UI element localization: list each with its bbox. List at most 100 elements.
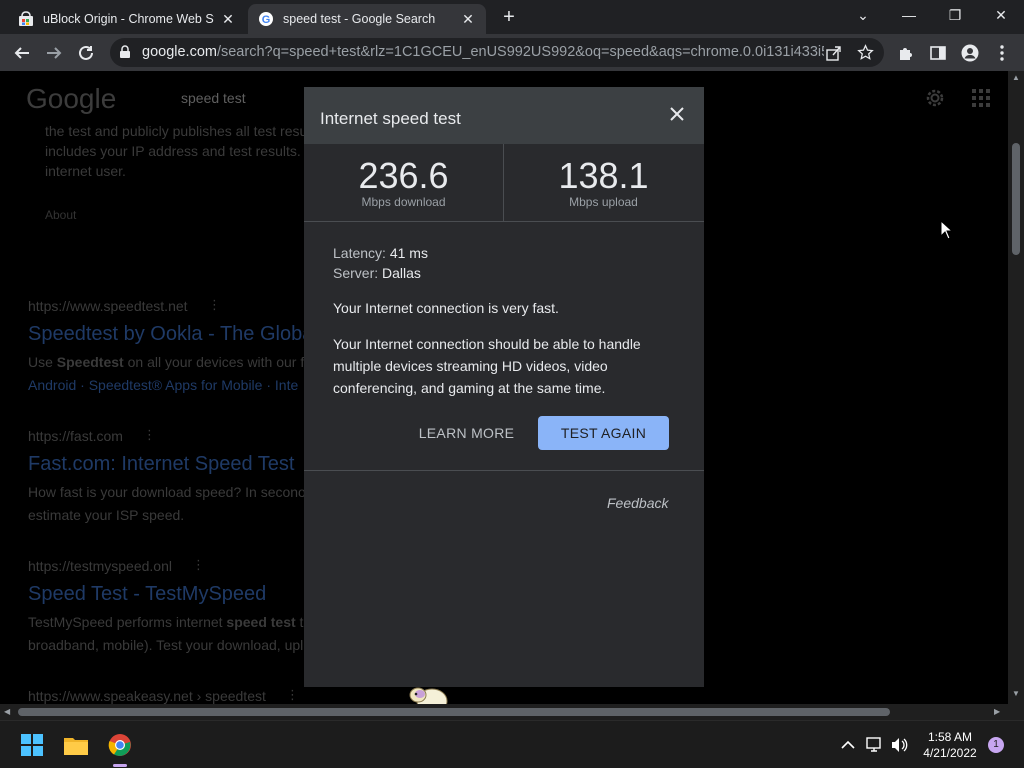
result-options-icon[interactable]: ⋮ — [143, 427, 156, 443]
close-window-button[interactable]: ✕ — [978, 0, 1024, 30]
result-options-icon[interactable]: ⋮ — [192, 557, 205, 573]
chrome-menu-button[interactable] — [990, 41, 1014, 65]
tab-close-icon[interactable]: ✕ — [220, 11, 236, 27]
forward-button[interactable] — [42, 41, 66, 65]
latency-line: Latency: 41 ms — [333, 245, 428, 261]
dialog-header: Internet speed test — [304, 87, 704, 144]
horizontal-scroll-thumb[interactable] — [18, 708, 890, 716]
server-line: Server: Dallas — [333, 265, 421, 281]
result-title-link[interactable]: Speed Test - TestMySpeed — [28, 583, 266, 606]
new-tab-button[interactable]: + — [498, 7, 520, 29]
upload-unit: Mbps upload — [569, 195, 638, 209]
scroll-left-arrow-icon[interactable]: ◀ — [4, 707, 10, 716]
clock-time: 1:58 AM — [927, 730, 973, 744]
result-title-link[interactable]: Fast.com: Internet Speed Test — [28, 453, 294, 476]
chrome-icon — [108, 734, 131, 756]
download-value: 236.6 — [358, 155, 449, 196]
taskbar-clock[interactable]: 1:58 AM 4/21/2022 — [912, 729, 988, 761]
vertical-scroll-thumb[interactable] — [1012, 143, 1020, 255]
settings-gear-icon[interactable] — [924, 87, 946, 109]
reload-icon — [79, 45, 93, 60]
upload-value: 138.1 — [558, 155, 649, 196]
download-unit: Mbps download — [361, 195, 446, 209]
chevron-up-icon — [841, 740, 855, 749]
minimize-button[interactable]: — — [886, 0, 932, 30]
extensions-button[interactable] — [894, 41, 918, 65]
server-value: Dallas — [382, 265, 421, 281]
vertical-scrollbar[interactable]: ▲ ▼ — [1008, 71, 1024, 704]
network-icon — [866, 737, 881, 752]
side-panel-button[interactable] — [926, 41, 950, 65]
lock-icon[interactable] — [118, 45, 132, 59]
back-arrow-icon — [14, 47, 29, 59]
result-description: TestMySpeed performs internet speed test… — [28, 614, 311, 630]
google-logo[interactable]: Google — [26, 83, 116, 115]
tab-title: uBlock Origin - Chrome Web Store — [43, 12, 214, 26]
chrome-taskbar-button[interactable] — [108, 733, 132, 757]
active-app-indicator — [113, 764, 127, 767]
address-bar[interactable]: google.com/search?q=speed+test&rlz=1C1GC… — [110, 38, 884, 67]
sheep-mascot-icon[interactable] — [406, 679, 450, 704]
volume-button[interactable] — [888, 733, 912, 757]
feedback-link[interactable]: Feedback — [607, 495, 668, 511]
result-options-icon[interactable]: ⋮ — [208, 297, 221, 313]
desc-bold: Speedtest — [56, 354, 124, 370]
tab-search-chevron-icon[interactable]: ⌄ — [840, 0, 886, 30]
upload-stat: 138.1 Mbps upload — [504, 144, 703, 222]
tab-speed-test[interactable]: G speed test - Google Search ✕ — [248, 4, 486, 34]
file-explorer-button[interactable] — [64, 733, 88, 757]
result-description: Use Speedtest on all your devices with o… — [28, 354, 309, 370]
start-button[interactable] — [20, 733, 44, 757]
server-label: Server: — [333, 265, 379, 281]
tab-title: speed test - Google Search — [283, 12, 436, 26]
download-stat: 236.6 Mbps download — [304, 144, 503, 222]
back-button[interactable] — [10, 41, 34, 65]
result-url: https://www.speakeasy.net › speedtest — [28, 688, 266, 704]
chrome-web-store-icon — [19, 11, 33, 26]
desc-text: TestMySpeed performs internet — [28, 614, 227, 630]
bookmark-star-icon[interactable] — [857, 44, 874, 61]
notification-badge[interactable]: 1 — [988, 737, 1004, 753]
reload-button[interactable] — [74, 41, 98, 65]
forward-arrow-icon — [47, 47, 62, 59]
latency-value: 41 ms — [389, 245, 428, 261]
scrollbar-corner — [1008, 704, 1024, 720]
kebab-menu-icon — [1000, 45, 1004, 61]
close-icon[interactable] — [667, 104, 687, 124]
result-title-link[interactable]: Speedtest by Ookla - The Globa — [28, 323, 313, 346]
horizontal-scrollbar[interactable]: ◀ ▶ — [0, 704, 1008, 720]
scroll-down-arrow-icon[interactable]: ▼ — [1012, 689, 1020, 698]
result-options-icon[interactable]: ⋮ — [286, 687, 299, 703]
url-text: google.com/search?q=speed+test&rlz=1C1GC… — [142, 44, 824, 60]
profile-avatar-icon — [961, 44, 979, 62]
apps-grid-icon[interactable] — [972, 89, 990, 107]
result-url: https://testmyspeed.onl — [28, 558, 172, 574]
windows-logo-icon — [21, 734, 43, 756]
desc-text: Use — [28, 354, 57, 370]
scroll-right-arrow-icon[interactable]: ▶ — [994, 707, 1000, 716]
page-content: Google speed test the test and publicly … — [0, 71, 1008, 704]
tab-close-icon[interactable]: ✕ — [460, 11, 476, 27]
dialog-title: Internet speed test — [320, 109, 461, 128]
folder-icon — [64, 738, 88, 755]
url-path: /search?q=speed+test&rlz=1C1GCEU_enUS992… — [216, 44, 824, 60]
search-query[interactable]: speed test — [181, 90, 246, 106]
mouse-cursor-icon — [940, 220, 954, 240]
speed-test-dialog: Internet speed test 236.6 Mbps download … — [304, 87, 704, 687]
about-link[interactable]: About — [45, 208, 76, 222]
learn-more-button[interactable]: LEARN MORE — [410, 416, 523, 450]
test-again-button[interactable]: TEST AGAIN — [538, 416, 669, 450]
windows-taskbar: 1:58 AM 4/21/2022 1 — [0, 720, 1024, 768]
speed-verdict: Your Internet connection is very fast. — [333, 300, 559, 316]
profile-button[interactable] — [958, 41, 982, 65]
restore-button[interactable]: ❐ — [932, 0, 978, 30]
share-icon[interactable] — [826, 45, 842, 61]
show-hidden-icons-button[interactable] — [836, 733, 860, 757]
google-g-icon: G — [259, 12, 273, 26]
scroll-up-arrow-icon[interactable]: ▲ — [1012, 73, 1020, 82]
result-sitelinks[interactable]: Android · Speedtest® Apps for Mobile · I… — [28, 377, 298, 393]
network-status-button[interactable] — [863, 733, 887, 757]
tab-ublock-origin[interactable]: uBlock Origin - Chrome Web Store ✕ — [8, 4, 246, 34]
desc-text: on all your devices with our fr — [123, 354, 309, 370]
result-url: https://www.speedtest.net — [28, 298, 188, 314]
